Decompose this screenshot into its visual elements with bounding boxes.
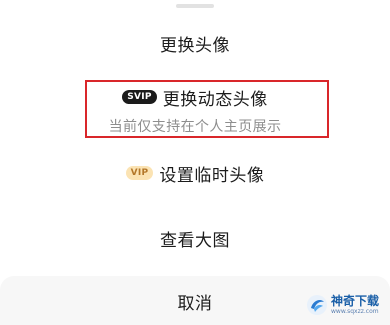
change-avatar-label: 更换头像: [160, 35, 230, 56]
change-avatar-option[interactable]: 更换头像: [0, 28, 390, 58]
view-large-image-option[interactable]: 查看大图: [0, 223, 390, 253]
watermark-title: 神奇下载: [331, 294, 380, 308]
cancel-label: 取消: [177, 293, 213, 314]
watermark-url: www.sqxzz.com: [331, 308, 379, 315]
action-sheet: 更换头像 SVIP 更换动态头像 当前仅支持在个人主页展示 VIP 设置临时头像…: [0, 0, 390, 325]
set-temporary-avatar-label: 设置临时头像: [159, 165, 265, 186]
watermark-text: 神奇下载 www.sqxzz.com: [331, 295, 379, 315]
vip-badge: VIP: [125, 166, 154, 180]
option-row: 更换头像: [160, 31, 230, 56]
view-large-image-label: 查看大图: [160, 230, 230, 251]
drag-handle[interactable]: [176, 4, 214, 8]
option-row: VIP 设置临时头像: [125, 161, 265, 186]
set-temporary-avatar-option[interactable]: VIP 设置临时头像: [0, 158, 390, 188]
highlight-annotation-box: [85, 80, 329, 138]
option-row: 查看大图: [160, 226, 230, 251]
watermark: 神奇下载 www.sqxzz.com: [306, 292, 386, 318]
watermark-logo-icon: [307, 295, 327, 315]
